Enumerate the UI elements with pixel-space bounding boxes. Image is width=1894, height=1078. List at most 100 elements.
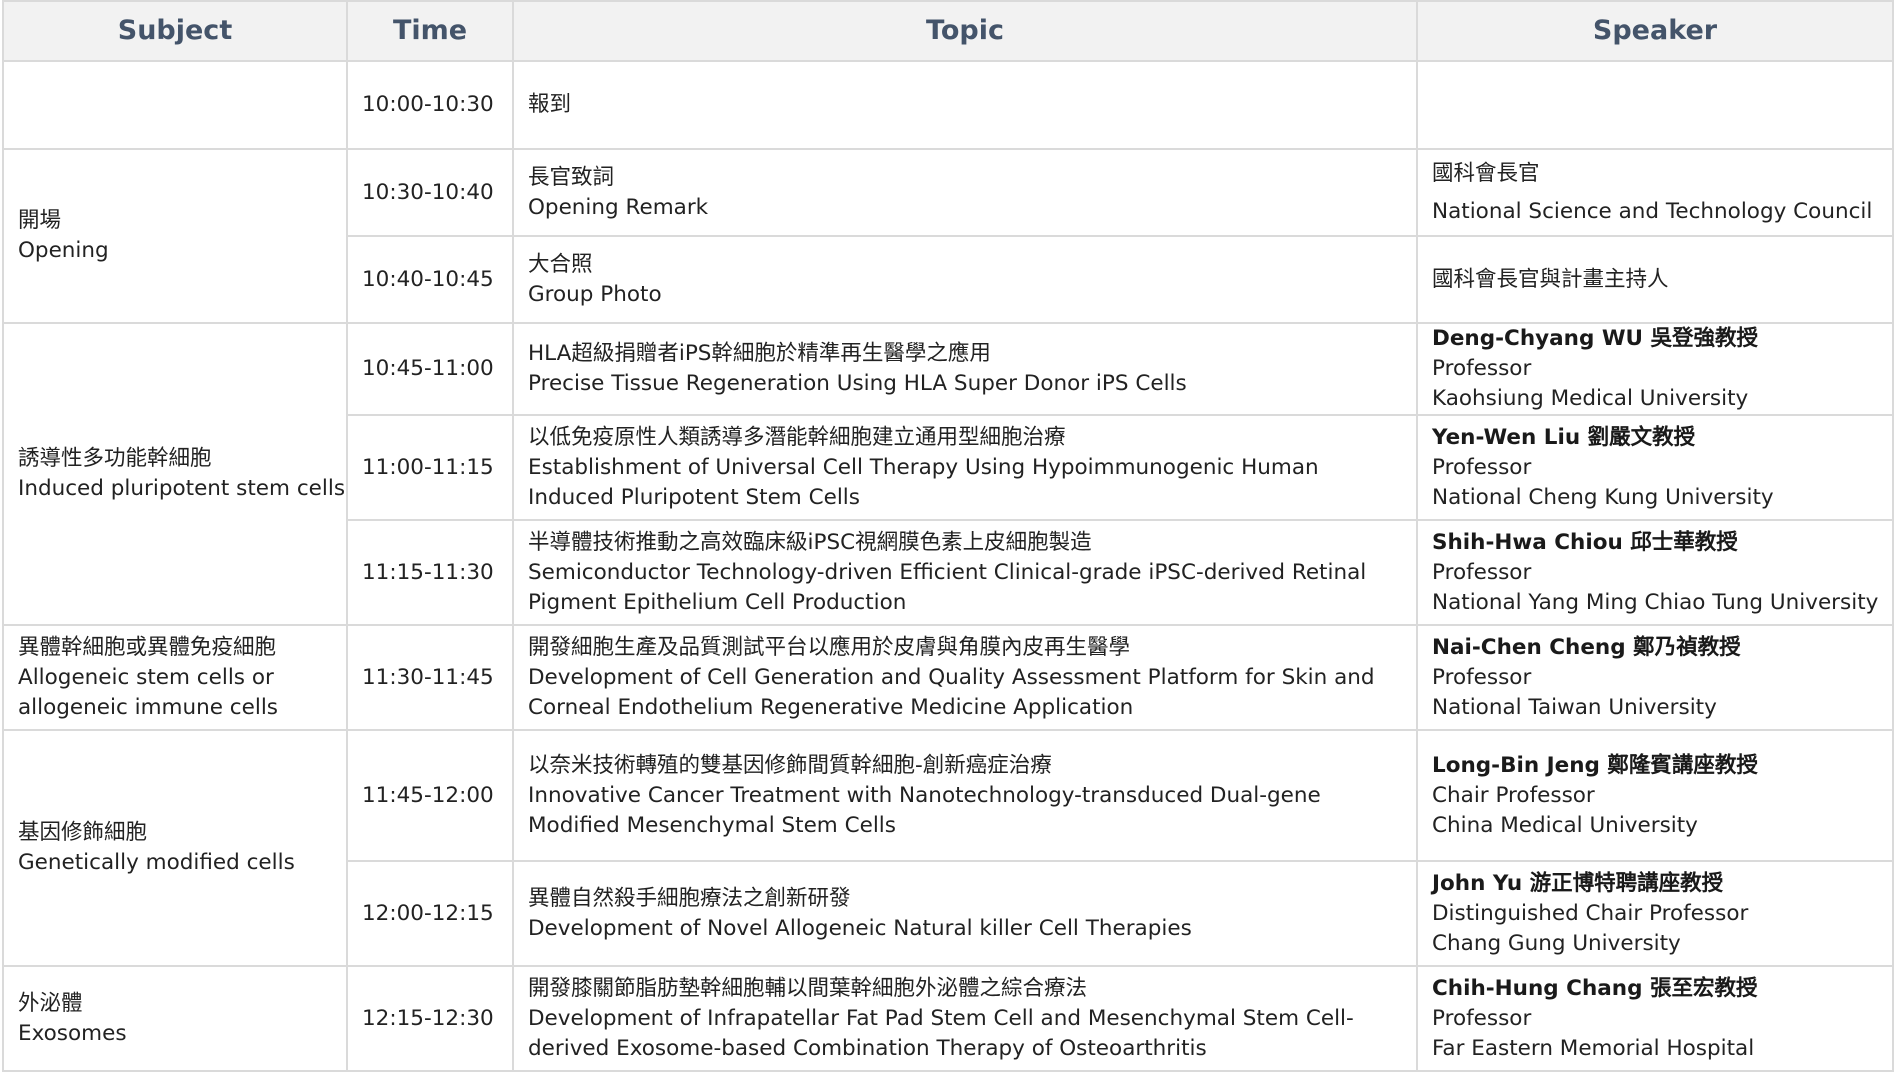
speaker-title: Chair Professor bbox=[1432, 782, 1595, 808]
subject-zh: 誘導性多功能幹細胞 bbox=[18, 446, 212, 471]
time-cell: 10:00-10:30 bbox=[346, 60, 514, 150]
speaker-org: National Taiwan University bbox=[1432, 694, 1717, 720]
subject-zh: 開場 bbox=[18, 208, 62, 233]
topic-en: Development of Infrapatellar Fat Pad Ste… bbox=[528, 1005, 1354, 1061]
speaker-title: Professor bbox=[1432, 356, 1532, 381]
speaker-org: National Cheng Kung University bbox=[1432, 484, 1774, 510]
table-row: 誘導性多功能幹細胞 Induced pluripotent stem cells… bbox=[2, 322, 1894, 626]
speaker-org: Far Eastern Memorial Hospital bbox=[1432, 1035, 1755, 1061]
topic-cell: 以奈米技術轉殖的雙基因修飾間質幹細胞-創新癌症治療 Innovative Can… bbox=[512, 729, 1418, 862]
speaker-title: Professor bbox=[1432, 454, 1532, 480]
speaker-name: Nai-Chen Cheng 鄭乃禎教授 bbox=[1432, 634, 1741, 660]
subject-en: Genetically modified cells bbox=[18, 850, 295, 875]
subject-zh: 外泌體 bbox=[18, 990, 83, 1016]
topic-zh: 大合照 bbox=[528, 251, 593, 277]
speaker-cell bbox=[1416, 60, 1894, 150]
speaker-cell: Yen-Wen Liu 劉嚴文教授 Professor National Che… bbox=[1416, 414, 1894, 521]
time-cell: 10:45-11:00 bbox=[346, 322, 514, 416]
time-cell: 10:40-10:45 bbox=[346, 235, 514, 324]
table-row: 開場 Opening 10:30-10:40 長官致詞 Opening Rema… bbox=[2, 148, 1894, 324]
subject-zh: 異體幹細胞或異體免疫細胞 bbox=[18, 634, 277, 660]
topic-cell: 半導體技術推動之高效臨床級iPSC視網膜色素上皮細胞製造 Semiconduct… bbox=[512, 519, 1418, 626]
speaker-title: Professor bbox=[1432, 664, 1532, 690]
topic-cell: 以低免疫原性人類誘導多潛能幹細胞建立通用型細胞治療 Establishment … bbox=[512, 414, 1418, 521]
speaker-org: Kaohsiung Medical University bbox=[1432, 386, 1749, 411]
speaker-title: Professor bbox=[1432, 559, 1532, 585]
speaker-name: Chih-Hung Chang 張至宏教授 bbox=[1432, 975, 1758, 1001]
topic-zh: 開發膝關節脂肪墊幹細胞輔以間葉幹細胞外泌體之綜合療法 bbox=[528, 975, 1088, 1001]
speaker-cell: Deng-Chyang WU 吳登強教授 Professor Kaohsiung… bbox=[1416, 322, 1894, 416]
speaker-name: Shih-Hwa Chiou 邱士華教授 bbox=[1432, 529, 1738, 555]
speaker-name: Long-Bin Jeng 鄭隆賓講座教授 bbox=[1432, 752, 1758, 778]
topic-en: Development of Novel Allogeneic Natural … bbox=[528, 915, 1192, 941]
topic-cell: 開發膝關節脂肪墊幹細胞輔以間葉幹細胞外泌體之綜合療法 Development o… bbox=[512, 965, 1418, 1072]
subject-en: Exosomes bbox=[18, 1020, 127, 1046]
subject-cell: 異體幹細胞或異體免疫細胞 Allogeneic stem cells or al… bbox=[2, 624, 348, 731]
speaker-cell: Shih-Hwa Chiou 邱士華教授 Professor National … bbox=[1416, 519, 1894, 626]
subject-en: Opening bbox=[18, 238, 109, 263]
topic-en: Establishment of Universal Cell Therapy … bbox=[528, 454, 1319, 510]
topic-en: Development of Cell Generation and Quali… bbox=[528, 664, 1375, 720]
table-row: 異體幹細胞或異體免疫細胞 Allogeneic stem cells or al… bbox=[2, 624, 1894, 731]
speaker-name: Deng-Chyang WU 吳登強教授 bbox=[1432, 326, 1758, 351]
subject-cell bbox=[2, 60, 348, 150]
topic-en: Precise Tissue Regeneration Using HLA Su… bbox=[528, 371, 1187, 396]
subject-cell: 基因修飾細胞 Genetically modified cells bbox=[2, 729, 348, 967]
time-cell: 11:15-11:30 bbox=[346, 519, 514, 626]
speaker-name: 國科會長官 bbox=[1432, 160, 1540, 186]
speaker-org: National Yang Ming Chiao Tung University bbox=[1432, 589, 1879, 615]
speaker-title: Professor bbox=[1432, 1005, 1532, 1031]
topic-zh: 半導體技術推動之高效臨床級iPSC視網膜色素上皮細胞製造 bbox=[528, 529, 1092, 555]
topic-en: Semiconductor Technology-driven Efficien… bbox=[528, 559, 1367, 615]
subject-header: Subject bbox=[2, 0, 348, 62]
topic-zh: HLA超級捐贈者iPS幹細胞於精準再生醫學之應用 bbox=[528, 341, 991, 366]
time-cell: 11:30-11:45 bbox=[346, 624, 514, 731]
topic-cell: 異體自然殺手細胞療法之創新研發 Development of Novel All… bbox=[512, 860, 1418, 967]
speaker-cell: 國科會長官 National Science and Technology Co… bbox=[1416, 148, 1894, 237]
time-cell: 10:30-10:40 bbox=[346, 148, 514, 237]
speaker-org: China Medical University bbox=[1432, 812, 1698, 838]
topic-zh: 異體自然殺手細胞療法之創新研發 bbox=[528, 885, 851, 911]
topic-header: Topic bbox=[512, 0, 1418, 62]
table-row: 10:00-10:30 報到 bbox=[2, 60, 1894, 150]
topic-cell: 開發細胞生產及品質測試平台以應用於皮膚與角膜內皮再生醫學 Development… bbox=[512, 624, 1418, 731]
topic-zh: 以奈米技術轉殖的雙基因修飾間質幹細胞-創新癌症治療 bbox=[528, 752, 1052, 778]
topic-cell: 長官致詞 Opening Remark bbox=[512, 148, 1418, 237]
speaker-header: Speaker bbox=[1416, 0, 1894, 62]
topic-zh: 長官致詞 bbox=[528, 164, 615, 190]
speaker-cell: 國科會長官與計畫主持人 bbox=[1416, 235, 1894, 324]
topic-zh: 開發細胞生產及品質測試平台以應用於皮膚與角膜內皮再生醫學 bbox=[528, 634, 1131, 660]
subject-en: Induced pluripotent stem cells bbox=[18, 476, 346, 501]
time-header: Time bbox=[346, 0, 514, 62]
topic-cell: 報到 bbox=[512, 60, 1418, 150]
speaker-name: Yen-Wen Liu 劉嚴文教授 bbox=[1432, 424, 1696, 450]
time-cell: 11:45-12:00 bbox=[346, 729, 514, 862]
speaker-name: John Yu 游正博特聘講座教授 bbox=[1432, 870, 1724, 896]
topic-en: Group Photo bbox=[528, 281, 662, 307]
speaker-name: 國科會長官與計畫主持人 bbox=[1432, 266, 1669, 292]
speaker-org: Chang Gung University bbox=[1432, 930, 1681, 956]
time-cell: 11:00-11:15 bbox=[346, 414, 514, 521]
topic-en: Opening Remark bbox=[528, 194, 709, 220]
header-row: Subject Time Topic Speaker bbox=[2, 0, 1894, 62]
topic-zh: 以低免疫原性人類誘導多潛能幹細胞建立通用型細胞治療 bbox=[528, 424, 1066, 450]
subject-cell: 開場 Opening bbox=[2, 148, 348, 324]
subject-zh: 基因修飾細胞 bbox=[18, 820, 148, 845]
speaker-cell: Long-Bin Jeng 鄭隆賓講座教授 Chair Professor Ch… bbox=[1416, 729, 1894, 862]
subject-en: Allogeneic stem cells or allogeneic immu… bbox=[18, 664, 279, 720]
speaker-cell: John Yu 游正博特聘講座教授 Distinguished Chair Pr… bbox=[1416, 860, 1894, 967]
topic-cell: 大合照 Group Photo bbox=[512, 235, 1418, 324]
speaker-title: Distinguished Chair Professor bbox=[1432, 900, 1749, 926]
topic-en: Innovative Cancer Treatment with Nanotec… bbox=[528, 782, 1321, 838]
topic-zh: 報到 bbox=[528, 92, 572, 117]
agenda-table: Subject Time Topic Speaker 10:00-10:30 報… bbox=[2, 0, 1894, 1072]
table-row: 基因修飾細胞 Genetically modified cells 11:45-… bbox=[2, 729, 1894, 967]
subject-cell: 誘導性多功能幹細胞 Induced pluripotent stem cells bbox=[2, 322, 348, 626]
topic-cell: HLA超級捐贈者iPS幹細胞於精準再生醫學之應用 Precise Tissue … bbox=[512, 322, 1418, 416]
speaker-org: National Science and Technology Council bbox=[1432, 198, 1873, 224]
time-cell: 12:00-12:15 bbox=[346, 860, 514, 967]
speaker-cell: Nai-Chen Cheng 鄭乃禎教授 Professor National … bbox=[1416, 624, 1894, 731]
table-row: 外泌體 Exosomes 12:15-12:30 開發膝關節脂肪墊幹細胞輔以間葉… bbox=[2, 965, 1894, 1072]
speaker-cell: Chih-Hung Chang 張至宏教授 Professor Far East… bbox=[1416, 965, 1894, 1072]
time-cell: 12:15-12:30 bbox=[346, 965, 514, 1072]
